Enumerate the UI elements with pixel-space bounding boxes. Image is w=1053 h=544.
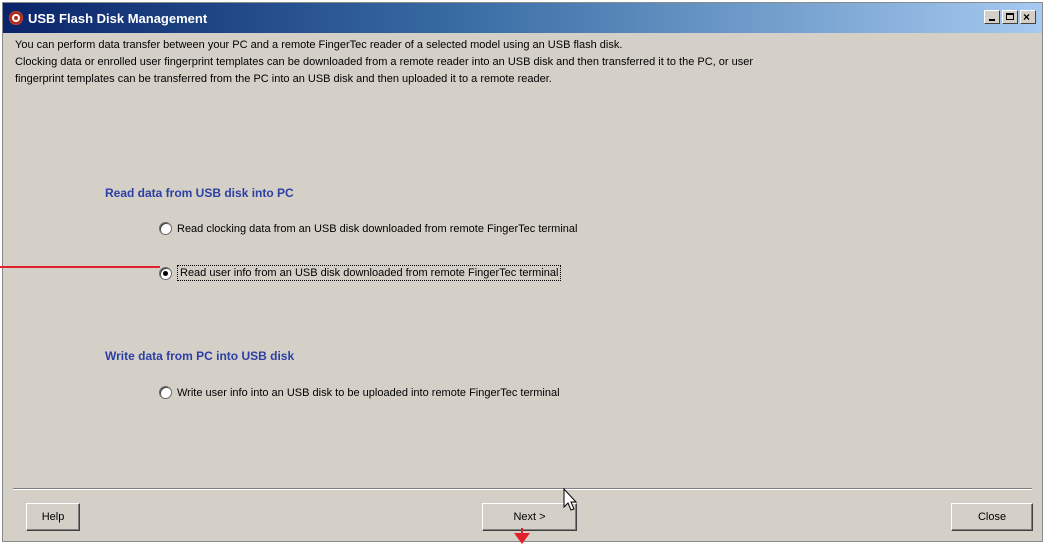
window-controls: × xyxy=(982,10,1036,24)
footer-divider xyxy=(13,488,1032,490)
write-section-title: Write data from PC into USB disk xyxy=(105,349,295,363)
radio-label: Read clocking data from an USB disk down… xyxy=(177,222,578,235)
annotation-arrow-icon xyxy=(514,533,530,544)
close-icon: × xyxy=(1023,10,1031,24)
minimize-icon xyxy=(989,19,995,21)
maximize-icon xyxy=(1006,13,1014,20)
help-button[interactable]: Help xyxy=(26,503,80,531)
radio-button[interactable] xyxy=(159,222,172,235)
radio-read-user-info[interactable]: Read user info from an USB disk download… xyxy=(159,265,562,281)
window-title: USB Flash Disk Management xyxy=(28,10,208,26)
description-block: You can perform data transfer between yo… xyxy=(15,37,1035,88)
read-section-title: Read data from USB disk into PC xyxy=(105,186,294,200)
description-line-3: fingerprint templates can be transferred… xyxy=(15,73,552,85)
description-line-2: Clocking data or enrolled user fingerpri… xyxy=(15,56,754,68)
radio-button-selected[interactable] xyxy=(159,266,172,280)
title-bar[interactable]: USB Flash Disk Management × xyxy=(3,3,1042,33)
close-button[interactable]: Close xyxy=(951,503,1033,531)
radio-label: Write user info into an USB disk to be u… xyxy=(177,386,560,399)
description-line-1: You can perform data transfer between yo… xyxy=(15,39,623,51)
radio-button[interactable] xyxy=(159,386,172,399)
radio-read-clocking-data[interactable]: Read clocking data from an USB disk down… xyxy=(159,222,577,235)
app-clock-icon xyxy=(9,11,23,25)
mouse-cursor-icon xyxy=(563,488,578,511)
radio-label: Read user info from an USB disk download… xyxy=(177,265,562,281)
radio-write-user-info[interactable]: Write user info into an USB disk to be u… xyxy=(159,386,560,399)
maximize-button[interactable] xyxy=(1002,10,1018,24)
minimize-button[interactable] xyxy=(984,10,1000,24)
close-window-button[interactable]: × xyxy=(1020,10,1036,24)
annotation-pointer-line xyxy=(0,266,160,268)
usb-flash-disk-window: USB Flash Disk Management × You can perf… xyxy=(2,2,1043,542)
